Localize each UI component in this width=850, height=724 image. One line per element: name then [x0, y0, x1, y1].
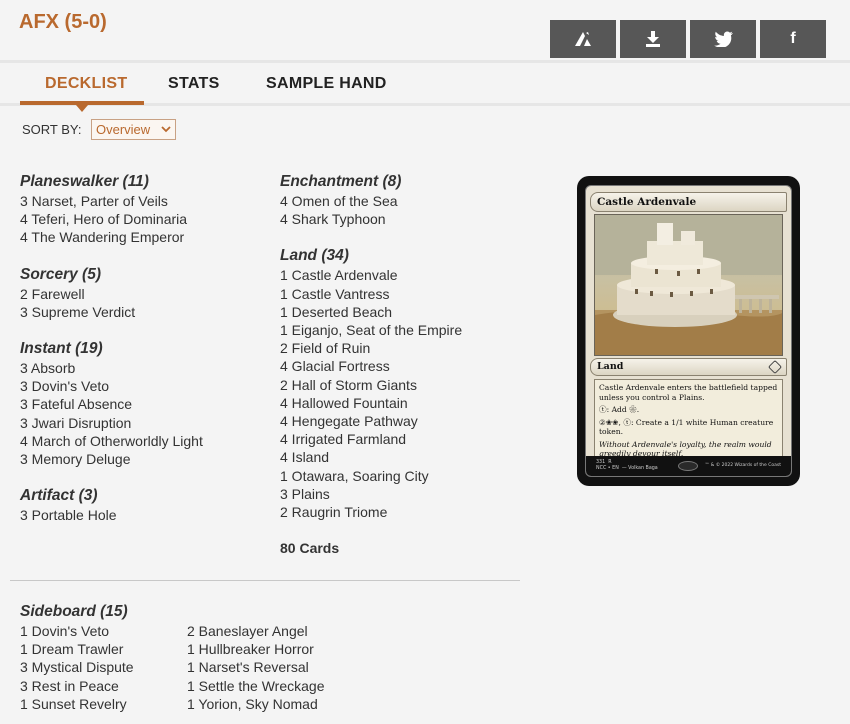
- group-title: Enchantment (8): [280, 173, 402, 190]
- card-art: [594, 214, 783, 356]
- card-entry[interactable]: 1 Eiganjo, Seat of the Empire: [280, 321, 462, 339]
- card-entry[interactable]: 1 Otawara, Soaring City: [280, 467, 462, 485]
- active-tab-caret: [76, 105, 88, 112]
- share-toolbar: f: [550, 20, 826, 58]
- sort-select[interactable]: Overview: [91, 119, 176, 140]
- card-entry[interactable]: 1 Yorion, Sky Nomad: [187, 695, 354, 713]
- group-title: Land (34): [280, 247, 349, 265]
- card-entry[interactable]: 2 Farewell: [20, 285, 203, 303]
- card-type-text: Land: [597, 361, 624, 372]
- card-group-sorcery: Sorcery (5) 2 Farewell 3 Supreme Verdict: [20, 266, 203, 321]
- set-symbol-icon: [767, 359, 783, 375]
- card-entry[interactable]: 1 Dream Trawler: [20, 640, 187, 658]
- sideboard-section: Sideboard (15) 1 Dovin's Veto 1 Dream Tr…: [20, 603, 354, 713]
- card-entry[interactable]: 4 Omen of the Sea: [280, 192, 462, 210]
- card-copyright: ™ & © 2022 Wizards of the Coast: [704, 463, 781, 468]
- group-title: Artifact (3): [20, 487, 98, 505]
- card-entry[interactable]: 3 Portable Hole: [20, 506, 203, 524]
- card-entry[interactable]: 1 Deserted Beach: [280, 303, 462, 321]
- card-collector-info: 331 R NCC • EN — Volkan Baga: [596, 460, 658, 471]
- card-rules-line: ⓣ: Add ❀.: [599, 405, 640, 414]
- card-rules-line: Castle Ardenvale enters the battlefield …: [599, 383, 778, 402]
- card-entry[interactable]: 1 Castle Vantress: [280, 285, 462, 303]
- card-entry[interactable]: 4 Hengegate Pathway: [280, 412, 462, 430]
- card-entry[interactable]: 3 Narset, Parter of Veils: [20, 192, 203, 210]
- chevron-down-icon: [161, 120, 171, 146]
- card-entry[interactable]: 4 Teferi, Hero of Dominaria: [20, 210, 203, 228]
- card-group-enchantment: Enchantment (8) 4 Omen of the Sea 4 Shar…: [280, 173, 462, 228]
- card-entry[interactable]: 3 Memory Deluge: [20, 450, 203, 468]
- facebook-button[interactable]: f: [760, 20, 826, 58]
- card-entry[interactable]: 4 Glacial Fortress: [280, 357, 462, 375]
- card-holo-stamp: [678, 461, 698, 471]
- tab-stats[interactable]: STATS: [168, 75, 220, 93]
- group-title: Sorcery (5): [20, 265, 101, 283]
- card-entry[interactable]: 4 The Wandering Emperor: [20, 228, 203, 246]
- group-title: Planeswalker (11): [20, 173, 149, 190]
- card-preview-name: Castle Ardenvale: [590, 192, 787, 212]
- arena-icon: [573, 31, 593, 47]
- card-entry[interactable]: 4 Hallowed Fountain: [280, 394, 462, 412]
- card-preview-image: Castle Ardenvale Land Castle Ardenvale e…: [577, 176, 800, 486]
- card-entry[interactable]: 3 Plains: [280, 485, 462, 503]
- decklist-column-1: Planeswalker (11) 3 Narset, Parter of Ve…: [20, 173, 203, 543]
- card-entry[interactable]: 1 Narset's Reversal: [187, 658, 354, 676]
- card-entry[interactable]: 2 Baneslayer Angel: [187, 622, 354, 640]
- card-entry[interactable]: 1 Castle Ardenvale: [280, 266, 462, 284]
- card-group-planeswalker: Planeswalker (11) 3 Narset, Parter of Ve…: [20, 173, 203, 247]
- card-entry[interactable]: 2 Field of Ruin: [280, 339, 462, 357]
- card-rules-text: Castle Ardenvale enters the battlefield …: [594, 379, 783, 465]
- arena-export-button[interactable]: [550, 20, 616, 58]
- card-entry[interactable]: 3 Fateful Absence: [20, 395, 203, 413]
- deck-title: AFX (5-0): [19, 11, 107, 33]
- download-button[interactable]: [620, 20, 686, 58]
- download-icon: [646, 31, 660, 47]
- deck-card-count: 80 Cards: [280, 540, 340, 557]
- card-entry[interactable]: 1 Settle the Wreckage: [187, 677, 354, 695]
- card-entry[interactable]: 3 Jwari Disruption: [20, 414, 203, 432]
- card-entry[interactable]: 3 Absorb: [20, 359, 203, 377]
- card-entry[interactable]: 1 Sunset Revelry: [20, 695, 187, 713]
- card-group-land: Land (34) 1 Castle Ardenvale 1 Castle Va…: [280, 247, 462, 521]
- twitter-icon: [713, 31, 733, 47]
- tab-decklist[interactable]: DECKLIST: [45, 75, 127, 93]
- card-entry[interactable]: 4 March of Otherworldly Light: [20, 432, 203, 450]
- card-entry[interactable]: 2 Raugrin Triome: [280, 503, 462, 521]
- card-entry[interactable]: 4 Island: [280, 448, 462, 466]
- card-group-instant: Instant (19) 3 Absorb 3 Dovin's Veto 3 F…: [20, 340, 203, 468]
- sideboard-title: Sideboard (15): [20, 603, 128, 620]
- card-entry[interactable]: 3 Mystical Dispute: [20, 658, 187, 676]
- sort-selected-value: Overview: [96, 122, 151, 137]
- card-entry[interactable]: 1 Hullbreaker Horror: [187, 640, 354, 658]
- group-title: Instant (19): [20, 340, 103, 358]
- facebook-icon: f: [790, 30, 796, 47]
- sort-label: SORT BY:: [22, 122, 82, 137]
- section-divider: [10, 580, 520, 581]
- card-entry[interactable]: 4 Irrigated Farmland: [280, 430, 462, 448]
- card-entry[interactable]: 3 Dovin's Veto: [20, 377, 203, 395]
- decklist-column-2: Enchantment (8) 4 Omen of the Sea 4 Shar…: [280, 173, 462, 556]
- card-group-artifact: Artifact (3) 3 Portable Hole: [20, 487, 203, 524]
- sideboard-column-2: 2 Baneslayer Angel 1 Hullbreaker Horror …: [187, 622, 354, 713]
- twitter-button[interactable]: [690, 20, 756, 58]
- card-entry[interactable]: 3 Supreme Verdict: [20, 303, 203, 321]
- tab-bar: DECKLIST STATS SAMPLE HAND: [0, 60, 850, 112]
- card-rules-line: ②❀❀, ⓣ: Create a 1/1 white Human creatur…: [599, 417, 774, 437]
- tab-sample-hand[interactable]: SAMPLE HAND: [266, 75, 387, 93]
- card-preview-type: Land: [590, 358, 787, 376]
- card-entry[interactable]: 4 Shark Typhoon: [280, 210, 462, 228]
- card-entry[interactable]: 1 Dovin's Veto: [20, 622, 187, 640]
- sideboard-column-1: 1 Dovin's Veto 1 Dream Trawler 3 Mystica…: [20, 622, 187, 713]
- card-entry[interactable]: 2 Hall of Storm Giants: [280, 376, 462, 394]
- card-entry[interactable]: 3 Rest in Peace: [20, 677, 187, 695]
